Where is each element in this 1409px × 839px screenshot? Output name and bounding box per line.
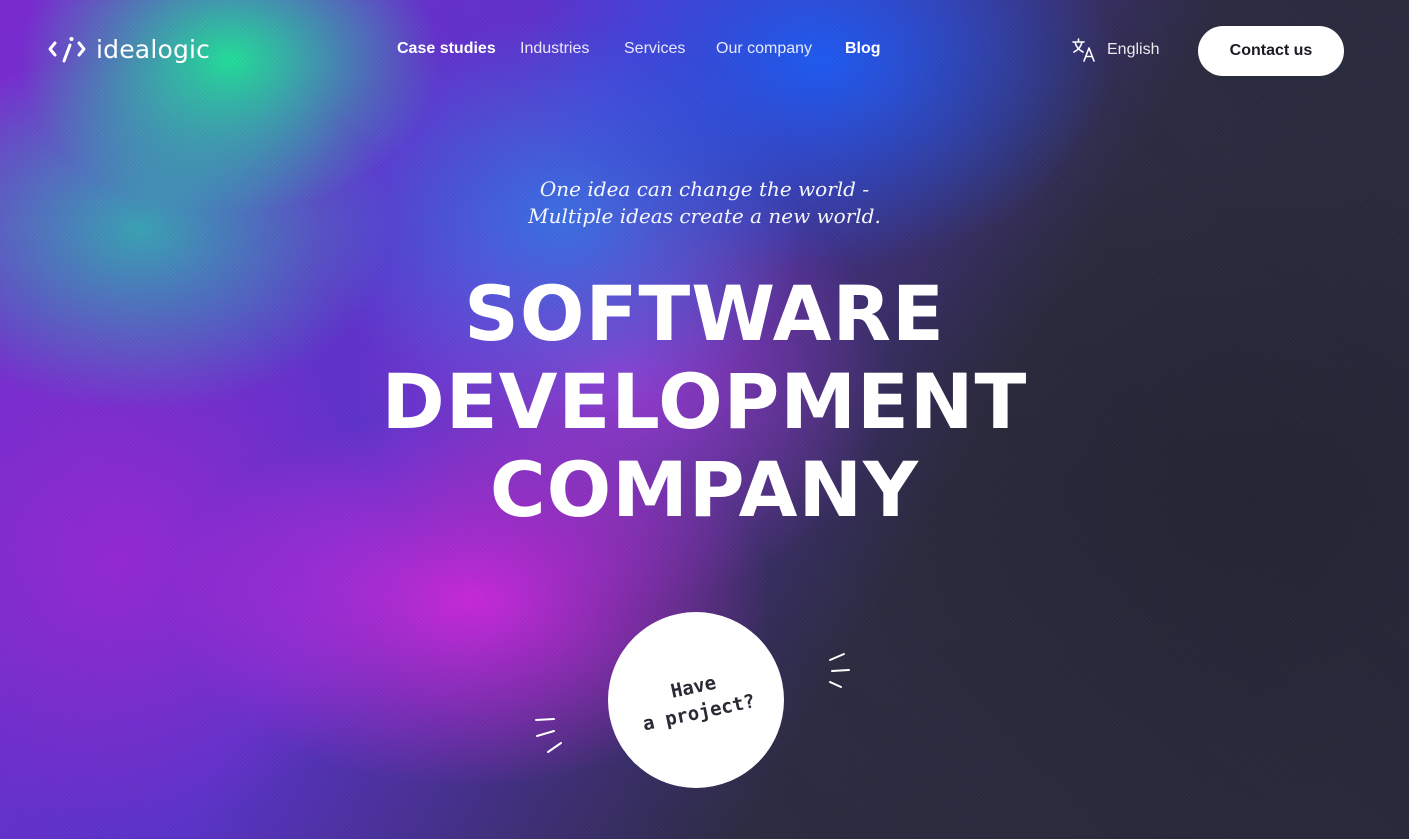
site-header: idealogic Case studies Industries Servic… — [0, 0, 1409, 100]
brand-name: idealogic — [96, 34, 211, 64]
nav-item-industries[interactable]: Industries — [520, 40, 624, 58]
nav-item-our-company[interactable]: Our company — [716, 40, 845, 58]
burst-lines-left-icon — [535, 718, 562, 753]
brand-logo-link[interactable]: idealogic — [48, 32, 210, 66]
hero-tagline-line-2: Multiple ideas create a new world. — [528, 204, 881, 228]
translate-icon — [1072, 38, 1095, 62]
have-a-project-button[interactable]: Have a project? — [608, 612, 784, 788]
contact-us-button[interactable]: Contact us — [1198, 26, 1344, 76]
hero-tagline-line-1: One idea can change the world - — [539, 177, 870, 201]
nav-item-case-studies[interactable]: Case studies — [397, 40, 520, 58]
hero-headline-line-1: SOFTWARE — [464, 269, 945, 358]
nav-item-services[interactable]: Services — [624, 40, 716, 58]
language-label: English — [1107, 41, 1160, 58]
nav-item-blog[interactable]: Blog — [845, 40, 881, 58]
main-nav: Case studies Industries Services Our com… — [397, 40, 881, 58]
code-slash-icon — [48, 37, 86, 63]
hero-headline-line-2: DEVELOPMENT — [381, 357, 1028, 446]
hero-headline-line-3: COMPANY — [489, 445, 920, 534]
have-a-project-label: Have a project? — [635, 663, 758, 738]
language-selector[interactable]: English — [1071, 37, 1159, 63]
burst-lines-right-icon — [829, 653, 850, 688]
